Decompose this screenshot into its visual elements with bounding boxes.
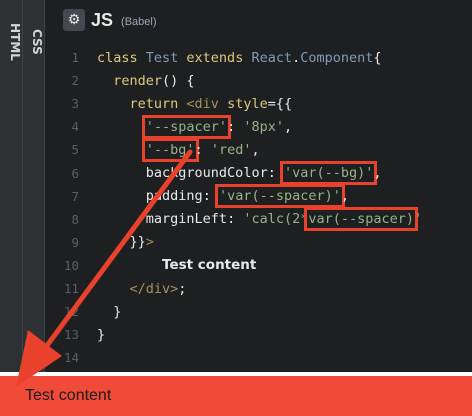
line-number: 8 — [71, 211, 79, 227]
code-token: extends — [186, 49, 252, 66]
preview-text: Test content — [25, 387, 112, 404]
code-token: , — [251, 141, 260, 158]
line-number: 12 — [63, 304, 79, 320]
code-token: : — [227, 211, 244, 228]
js-editor-header: ⚙ JS (Babel) — [45, 0, 472, 40]
code-line[interactable]: 4 '--spacer': '8px', — [45, 114, 472, 139]
editor-preprocessor-label: (Babel) — [121, 16, 157, 28]
code-token: : — [267, 165, 284, 181]
line-number: 2 — [71, 73, 79, 89]
code-token: } — [97, 326, 106, 343]
line-number: 13 — [63, 327, 79, 343]
code-token: } — [97, 303, 122, 320]
code-line[interactable]: 5 '--bg': 'red', — [45, 137, 472, 162]
line-number: 11 — [63, 281, 79, 296]
code-token: React — [251, 49, 293, 66]
code-token: > — [145, 234, 154, 251]
line-number: 10 — [63, 257, 79, 273]
code-token: backgroundColor — [145, 165, 268, 181]
code-token: : — [194, 141, 211, 158]
code-token: style — [227, 95, 268, 112]
code-line[interactable]: 3 return <div style ={{ — [45, 92, 472, 115]
code-token: () { — [162, 72, 195, 89]
code-token: return — [129, 95, 187, 112]
code-line[interactable]: 7 padding: 'var(--spacer)', — [45, 184, 472, 209]
line-number: 6 — [71, 165, 79, 181]
highlighted-token: var(--spacer) — [304, 207, 419, 232]
line-number: 4 — [71, 119, 79, 135]
code-token: ; — [178, 280, 187, 297]
code-token: . — [292, 49, 301, 66]
code-line[interactable]: 13} — [45, 323, 472, 346]
code-token: Test — [145, 49, 187, 66]
collapsed-panels: HTML CSS — [0, 0, 45, 376]
code-editor[interactable]: 1 class Test extends React. Component{2 re… — [45, 40, 472, 376]
code-line[interactable]: 8 marginLeft: 'calc(2* var(--spacer) ' — [45, 207, 472, 232]
code-token: ={{ — [267, 95, 293, 112]
tab-css[interactable]: CSS — [22, 12, 44, 72]
preview-pane: Test content — [0, 376, 472, 416]
highlighted-token: 'var(--bg)' — [279, 161, 378, 185]
code-line[interactable]: 12 } — [45, 300, 472, 323]
code-line[interactable]: 2 render() { — [45, 69, 472, 92]
code-token: </div> — [129, 280, 179, 297]
code-token: , — [283, 118, 293, 135]
highlighted-token: 'var(--spacer)' — [214, 184, 345, 209]
line-number: 1 — [71, 50, 79, 65]
code-token: Test content — [162, 257, 257, 274]
code-token: }} — [97, 234, 146, 251]
code-token: , — [373, 165, 382, 181]
line-number: 3 — [71, 96, 79, 112]
code-line[interactable]: 10 Test content — [45, 254, 472, 277]
code-token: '8px' — [243, 118, 284, 135]
line-number: 5 — [71, 142, 79, 158]
gear-icon: ⚙ — [67, 12, 81, 28]
code-token: : — [227, 118, 244, 135]
code-token: class — [97, 49, 146, 66]
line-number: 9 — [71, 234, 79, 250]
code-token: padding — [145, 188, 203, 205]
code-token: , — [340, 188, 350, 205]
editor-language-title: JS — [91, 9, 114, 30]
highlighted-token: '--bg' — [141, 137, 199, 162]
code-token: 'calc(2* — [243, 211, 309, 228]
code-token: ' — [414, 211, 423, 228]
code-token: marginLeft — [145, 211, 228, 228]
code-line[interactable]: 11 </div>; — [45, 277, 472, 300]
highlighted-token: '--spacer' — [141, 114, 232, 139]
code-token: 'red' — [210, 141, 252, 158]
code-token: <div — [186, 95, 228, 112]
line-number: 7 — [71, 188, 79, 204]
code-token: render — [113, 72, 163, 89]
code-line[interactable]: 1 class Test extends React. Component{ — [45, 46, 472, 69]
code-line[interactable]: 9 }} > — [45, 231, 472, 254]
code-token: { — [373, 49, 382, 66]
editor-settings-button[interactable]: ⚙ — [63, 9, 85, 31]
code-line[interactable]: 14 — [45, 346, 472, 369]
codepen-editor-screen: HTML CSS ⚙ JS (Babel) 1 class Test extend… — [0, 0, 472, 416]
code-token: : — [202, 188, 219, 205]
code-token: Component — [300, 49, 374, 66]
tab-html[interactable]: HTML — [0, 12, 22, 72]
line-number: 14 — [63, 350, 79, 366]
code-line[interactable]: 6 backgroundColor: 'var(--bg)', — [45, 161, 472, 185]
